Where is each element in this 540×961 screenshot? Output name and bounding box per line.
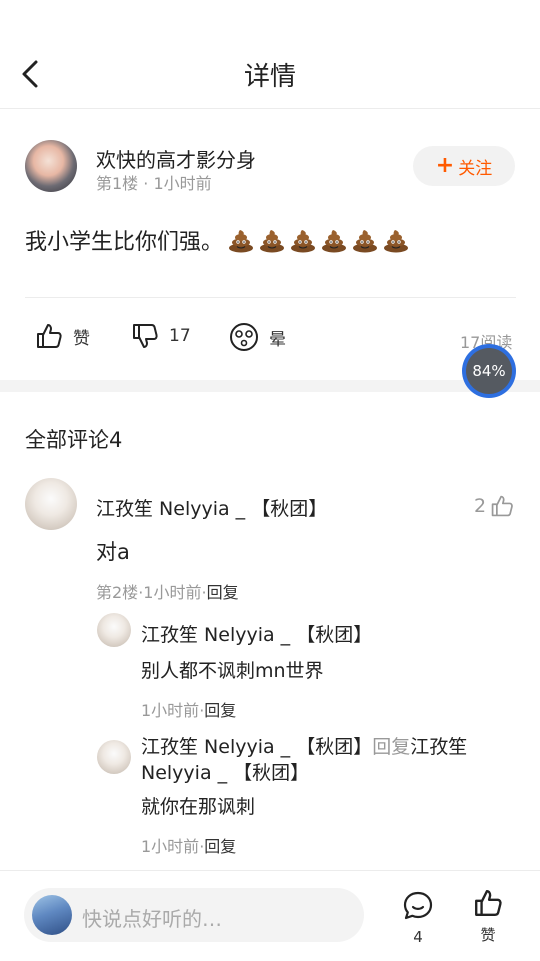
reply-text: 就你在那讽刺 xyxy=(141,796,256,818)
reply-author[interactable]: 江孜笙 Nelyyia _ 【秋团】 xyxy=(141,736,372,758)
bottom-like-label: 赞 xyxy=(480,926,496,944)
post-author-avatar[interactable] xyxy=(25,140,77,192)
thumbs-up-icon xyxy=(37,324,62,348)
reply-time: 1小时前 xyxy=(141,701,200,720)
poop-emoji xyxy=(229,230,254,253)
comment-time: 1小时前 xyxy=(143,583,202,602)
plus-icon: + xyxy=(435,153,455,178)
comments-title: 全部评论4 xyxy=(25,428,123,452)
comment-input-placeholder[interactable]: 快说点好听的… xyxy=(82,903,222,932)
section-gap xyxy=(0,380,540,392)
comment-like-count: 2 xyxy=(474,495,487,517)
reply-author-line: 江孜笙 Nelyyia _ 【秋团】回复江孜笙 Nelyyia _ 【秋团】 xyxy=(141,734,501,786)
divider xyxy=(25,297,516,298)
reply-avatar[interactable] xyxy=(97,613,131,647)
like-label: 赞 xyxy=(73,328,90,349)
like-action[interactable]: 赞 xyxy=(35,322,90,350)
post-body: 我小学生比你们强。 xyxy=(25,224,409,256)
reply-link[interactable]: 回复 xyxy=(204,701,236,720)
poop-emoji xyxy=(353,230,378,253)
reply-link[interactable]: 回复 xyxy=(207,583,239,602)
thumbs-down-icon xyxy=(133,324,158,348)
poop-emoji xyxy=(291,230,316,253)
header-bar: 详情 xyxy=(0,0,540,109)
comment-floor: 第2楼 xyxy=(96,583,139,602)
post-time: 1小时前 xyxy=(153,174,212,193)
comment-bubble-icon xyxy=(403,891,433,920)
comments-button[interactable]: 4 xyxy=(400,890,436,946)
poop-emoji xyxy=(260,230,285,253)
comment-count: 4 xyxy=(413,928,423,946)
progress-indicator[interactable]: 84% xyxy=(462,344,516,398)
post-floor: 第1楼 xyxy=(96,174,139,193)
reply-link[interactable]: 回复 xyxy=(204,837,236,856)
reply-time: 1小时前 xyxy=(141,837,200,856)
comment-like-button[interactable]: 2 xyxy=(474,494,514,518)
comment-meta: 第2楼·1小时前·回复 xyxy=(96,579,239,603)
bottom-like-button[interactable]: 赞 xyxy=(470,888,506,945)
dislike-action[interactable]: 17 xyxy=(131,322,191,350)
user-avatar xyxy=(32,895,72,935)
reply-word: 回复 xyxy=(372,736,411,758)
emoji-row xyxy=(223,230,409,255)
comment-avatar[interactable] xyxy=(25,478,77,530)
poop-emoji xyxy=(322,230,347,253)
dizzy-label: 晕 xyxy=(269,329,286,350)
comment-author[interactable]: 江孜笙 Nelyyia _ 【秋团】 xyxy=(96,494,327,521)
thumbs-up-icon xyxy=(491,495,513,517)
comment-text: 对a xyxy=(96,540,130,564)
post-text: 我小学生比你们强。 xyxy=(25,230,224,255)
meta-separator: · xyxy=(143,174,149,193)
dislike-count: 17 xyxy=(169,326,191,346)
reply-text: 别人都不讽刺mn世界 xyxy=(141,660,324,682)
reply-meta: 1小时前·回复 xyxy=(141,833,236,857)
post-meta: 第1楼 · 1小时前 xyxy=(96,170,212,194)
follow-label: 关注 xyxy=(458,158,493,179)
progress-value: 84% xyxy=(466,348,512,394)
reply-meta: 1小时前·回复 xyxy=(141,697,236,721)
reply-author[interactable]: 江孜笙 Nelyyia _ 【秋团】 xyxy=(141,620,372,647)
reply-avatar[interactable] xyxy=(97,740,131,774)
page-title: 详情 xyxy=(243,62,296,92)
poop-emoji xyxy=(384,230,409,253)
dizzy-face-icon xyxy=(230,323,258,351)
post-author-name[interactable]: 欢快的高才影分身 xyxy=(96,144,256,173)
thumbs-up-icon xyxy=(475,890,502,916)
dizzy-action[interactable]: 晕 xyxy=(229,322,286,352)
follow-button[interactable]: + 关注 xyxy=(413,146,515,186)
